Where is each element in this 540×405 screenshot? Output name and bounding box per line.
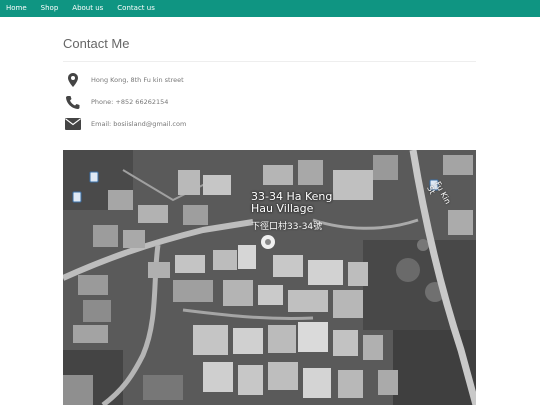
address-row: Hong Kong, 8th Fu kin street	[63, 72, 184, 88]
top-navbar: Home Shop About us Contact us	[0, 0, 540, 17]
page-title: Contact Me	[63, 36, 130, 51]
address-text: Hong Kong, 8th Fu kin street	[91, 76, 184, 84]
phone-row: Phone: +852 66262154	[63, 94, 168, 110]
map-place-label-chinese: 下徑口村33-34號	[251, 222, 323, 232]
map-embed[interactable]: 33-34 Ha Keng Hau Village 下徑口村33-34號 Fu …	[63, 150, 476, 405]
map-place-label: 33-34 Ha Keng Hau Village	[251, 191, 332, 215]
nav-shop[interactable]: Shop	[41, 0, 59, 17]
nav-home[interactable]: Home	[6, 0, 27, 17]
phone-icon	[63, 94, 83, 110]
envelope-icon	[63, 116, 83, 132]
map-place-label-line2: Hau Village	[251, 202, 314, 215]
nav-contact-us[interactable]: Contact us	[117, 0, 155, 17]
phone-text: Phone: +852 66262154	[91, 98, 169, 106]
email-row: Email: bosiisland@gmail.com	[63, 116, 186, 132]
map-marker-icon	[63, 72, 83, 88]
satellite-map-image	[63, 150, 476, 405]
email-text: Email: bosiisland@gmail.com	[91, 120, 187, 128]
nav-about-us[interactable]: About us	[72, 0, 103, 17]
title-divider	[63, 61, 476, 62]
